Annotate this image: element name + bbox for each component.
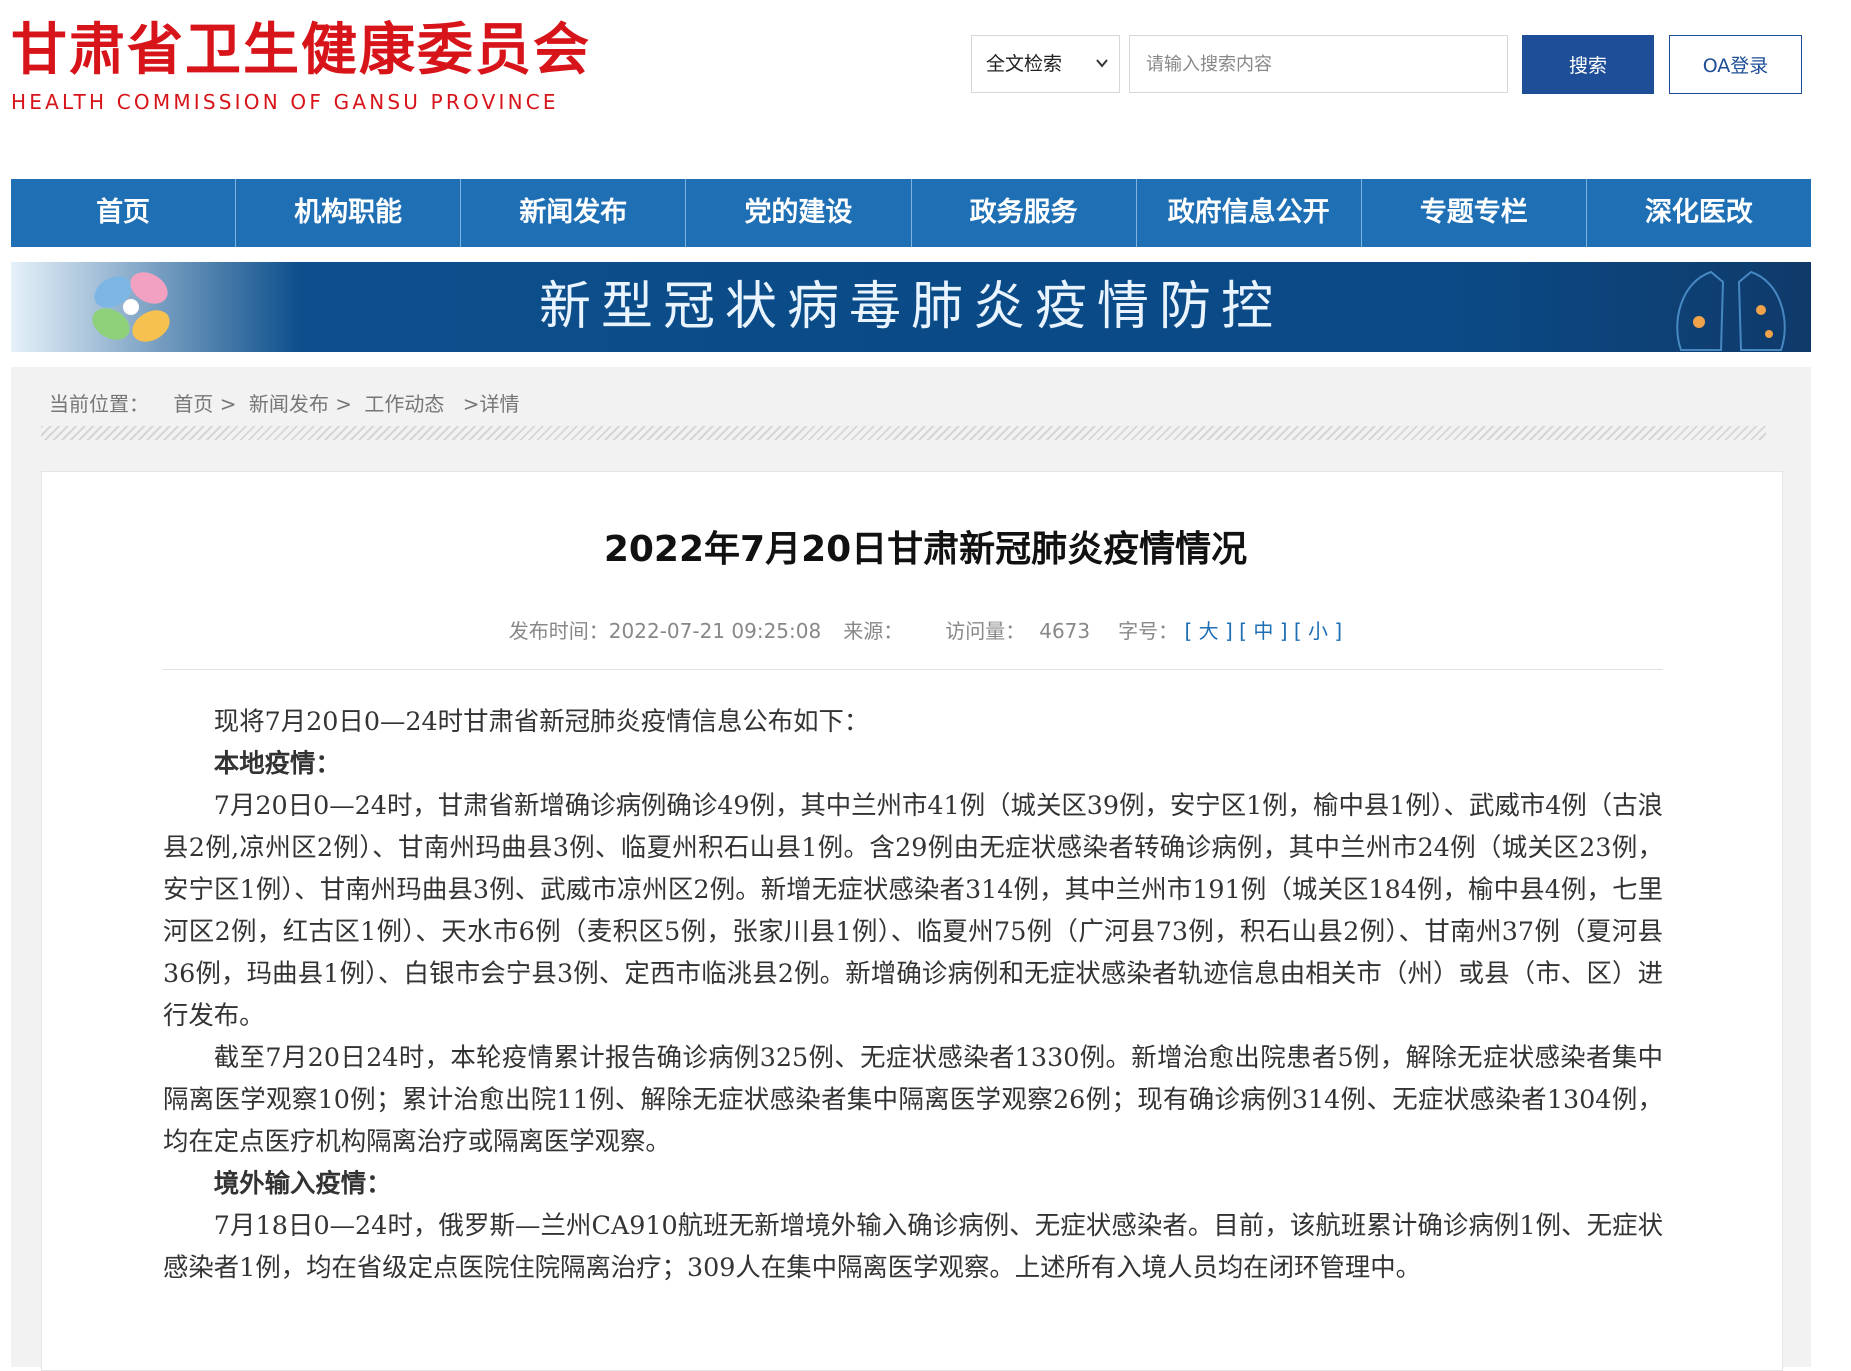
nav-item-news[interactable]: 新闻发布 [460, 179, 685, 247]
font-size-label: 字号： [1118, 619, 1179, 643]
article-body: 现将7月20日0—24时甘肃省新冠肺炎疫情信息公布如下： 本地疫情： 7月20日… [163, 700, 1663, 1288]
publish-time: 2022-07-21 09:25:08 [608, 619, 822, 643]
logo-english-title: HEALTH COMMISSION OF GANSU PROVINCE [11, 90, 559, 114]
nav-item-services[interactable]: 政务服务 [910, 179, 1136, 247]
search-scope-select[interactable]: 全文检索 [971, 35, 1120, 93]
banner-title: 新型冠状病毒肺炎疫情防控 [538, 277, 1283, 337]
paragraph-imported: 7月18日0—24时，俄罗斯—兰州CA910航班无新增境外输入确诊病例、无症状感… [163, 1210, 1663, 1282]
logo-chinese-title: 甘肃省卫生健康委员会 [11, 18, 591, 83]
main-nav: 首页 机构职能 新闻发布 党的建设 政务服务 政府信息公开 专题专栏 深化医改 [11, 179, 1811, 247]
search-scope-value: 全文检索 [986, 53, 1063, 75]
visits-label: 访问量： [945, 619, 1026, 643]
nav-item-disclosure[interactable]: 政府信息公开 [1135, 179, 1361, 247]
chevron-down-icon [1095, 36, 1109, 115]
breadcrumb-work[interactable]: 工作动态 [364, 392, 444, 416]
article-title: 2022年7月20日甘肃新冠肺炎疫情情况 [603, 529, 1248, 570]
breadcrumb: 当前位置： 首页 > 新闻发布 > 工作动态 >详情 [49, 388, 525, 417]
heading-local: 本地疫情： [213, 748, 341, 778]
paragraph-local-new: 7月20日0—24时，甘肃省新增确诊病例确诊49例，其中兰州市41例（城关区39… [163, 790, 1663, 1030]
font-size-medium[interactable]: 中 [1253, 619, 1273, 643]
visits-value: 4673 [1039, 619, 1091, 643]
paragraph-local-total: 截至7月20日24时，本轮疫情累计报告确诊病例325例、无症状感染者1330例。… [163, 1042, 1663, 1156]
oa-login-button[interactable]: OA登录 [1669, 35, 1802, 94]
breadcrumb-detail: >详情 [462, 392, 520, 416]
search-input[interactable] [1129, 35, 1508, 93]
covid-banner[interactable]: 新型冠状病毒肺炎疫情防控 [11, 262, 1811, 352]
nav-item-institution[interactable]: 机构职能 [235, 179, 460, 247]
breadcrumb-home[interactable]: 首页 > [173, 392, 236, 416]
article-meta: 发布时间：2022-07-21 09:25:08 来源： 访问量： 4673 字号： [… [508, 619, 1343, 643]
font-size-small[interactable]: 小 [1308, 619, 1328, 643]
breadcrumb-label: 当前位置： [49, 392, 149, 416]
lungs-icon [1676, 270, 1786, 351]
source-label: 来源： [843, 619, 904, 643]
meta-divider [163, 669, 1663, 670]
search-button[interactable]: 搜索 [1522, 35, 1654, 94]
nav-item-reform[interactable]: 深化医改 [1585, 179, 1811, 247]
publish-label: 发布时间： [508, 619, 609, 643]
font-size-large[interactable]: 大 [1199, 619, 1219, 643]
paragraph-intro: 现将7月20日0—24时甘肃省新冠肺炎疫情信息公布如下： [213, 706, 870, 736]
nav-item-home[interactable]: 首页 [11, 179, 235, 247]
hatch-divider [41, 426, 1766, 440]
site-logo[interactable]: 甘肃省卫生健康委员会 HEALTH COMMISSION OF GANSU PR… [11, 18, 611, 118]
breadcrumb-news[interactable]: 新闻发布 > [249, 392, 352, 416]
nav-item-topics[interactable]: 专题专栏 [1360, 179, 1586, 247]
nav-item-party[interactable]: 党的建设 [685, 179, 910, 247]
heading-imported: 境外输入疫情： [213, 1168, 392, 1198]
